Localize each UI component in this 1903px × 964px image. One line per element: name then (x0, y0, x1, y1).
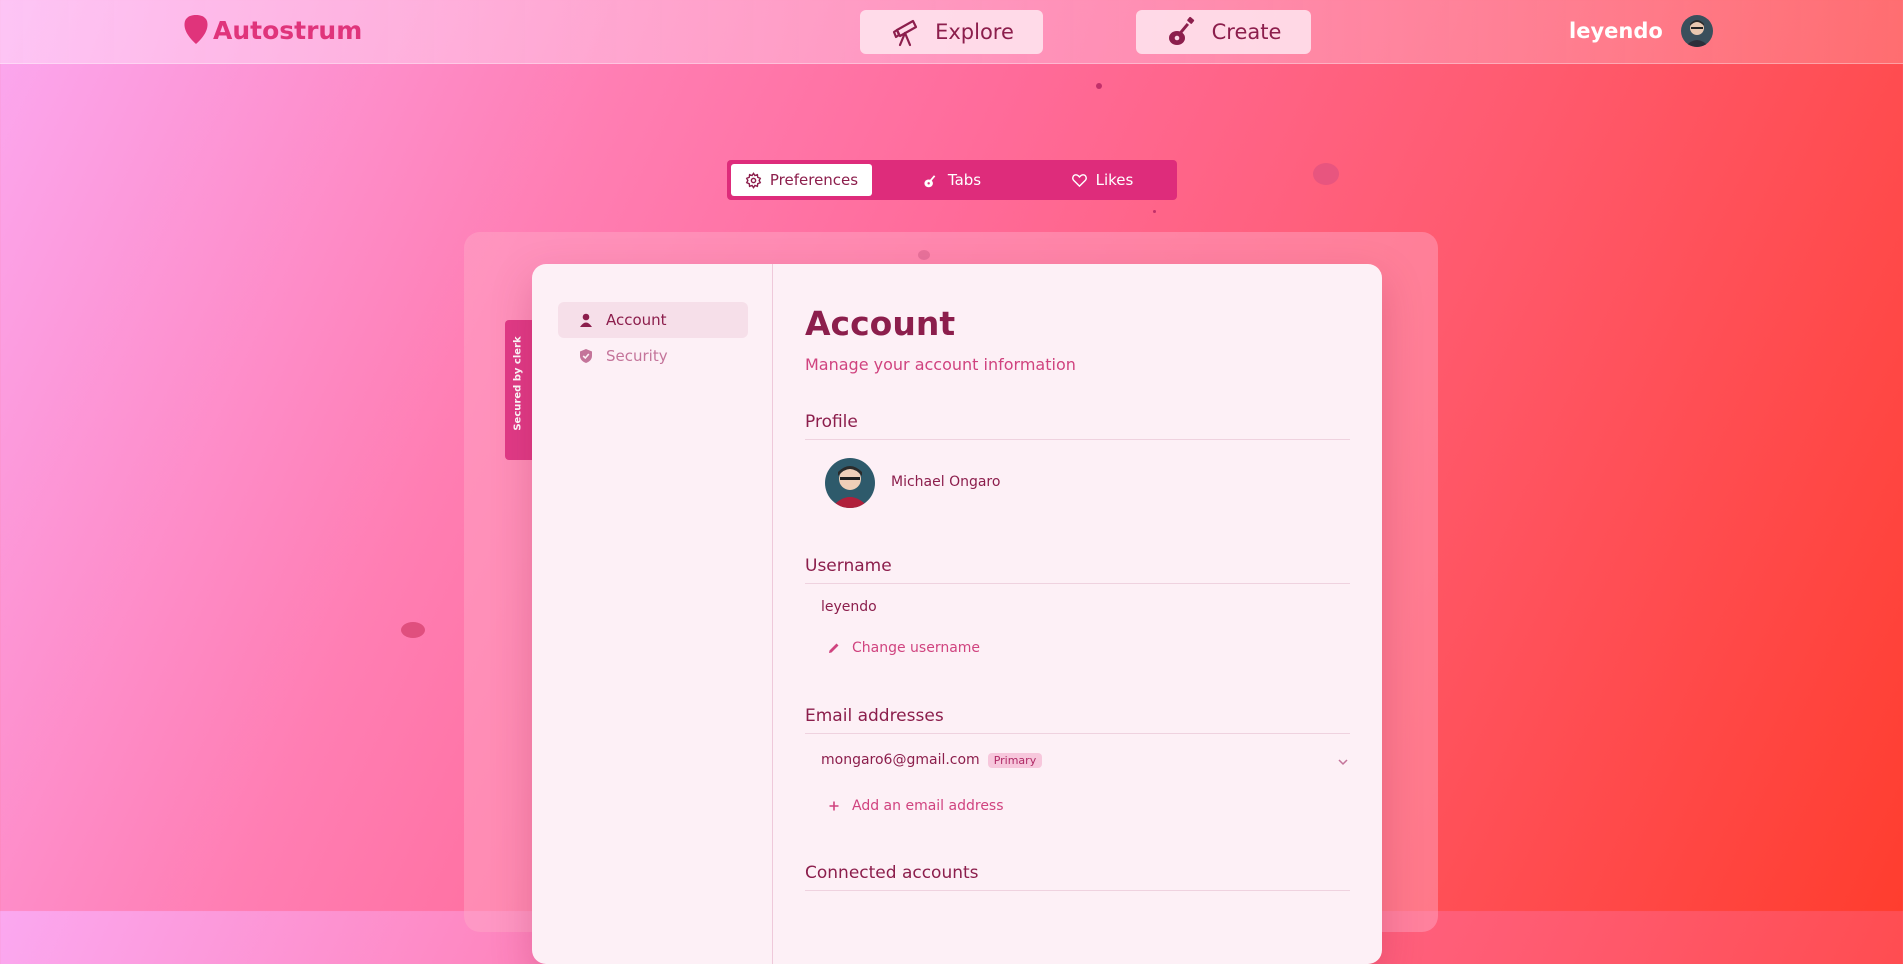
tab-tabs[interactable]: Tabs (882, 164, 1022, 196)
plus-icon (829, 801, 839, 811)
decorative-blob (401, 622, 425, 638)
explore-button[interactable]: Explore (860, 10, 1043, 54)
avatar[interactable] (1680, 15, 1713, 47)
explore-label: Explore (935, 20, 1014, 44)
telescope-icon (892, 19, 918, 47)
brand-logo[interactable]: Autostrum (183, 14, 362, 46)
tab-label: Preferences (769, 171, 859, 189)
add-email-label: Add an email address (852, 798, 1004, 814)
tab-likes[interactable]: Likes (1032, 164, 1172, 196)
user-profile-card: Account Security Account Manage your acc… (532, 264, 1382, 964)
user-icon (580, 313, 592, 327)
decorative-dot (1153, 210, 1156, 213)
profile-sidebar: Account Security (532, 264, 773, 964)
pencil-icon (829, 643, 839, 653)
sidebar-item-label: Security (606, 347, 668, 365)
gear-icon (745, 171, 762, 189)
guitar-icon (924, 174, 936, 187)
email-value: mongaro6@gmail.com (821, 752, 980, 768)
connected-accounts-heading: Connected accounts (805, 863, 1350, 891)
username-value: leyendo (821, 599, 877, 615)
username-heading: Username (805, 556, 1350, 584)
profile-name: Michael Ongaro (891, 474, 1001, 490)
top-navbar: Autostrum Explore Create leyendo (0, 0, 1903, 64)
tab-preferences[interactable]: Preferences (731, 164, 872, 196)
chevron-down-icon[interactable] (1337, 756, 1349, 768)
sidebar-item-account[interactable]: Account (558, 302, 748, 338)
brand-name: Autostrum (213, 15, 363, 45)
email-heading: Email addresses (805, 706, 1350, 734)
tab-label: Tabs (947, 171, 982, 189)
page-title: Account (805, 304, 956, 343)
username-label: leyendo (1569, 19, 1663, 43)
profile-avatar[interactable] (825, 458, 875, 508)
guitar-pick-icon (184, 15, 208, 44)
decorative-blob (1313, 163, 1339, 185)
decorative-dot (1096, 83, 1102, 89)
create-label: Create (1211, 20, 1282, 44)
create-button[interactable]: Create (1136, 10, 1311, 54)
secured-by-clerk-badge[interactable]: Secured by clerk (505, 320, 532, 460)
tab-label: Likes (1095, 171, 1134, 189)
page-subtitle: Manage your account information (805, 355, 1076, 374)
user-menu[interactable]: leyendo (1569, 15, 1713, 47)
guitar-icon (1168, 16, 1194, 45)
change-username-button[interactable]: Change username (828, 640, 980, 656)
heart-icon (1071, 173, 1087, 187)
email-row[interactable]: mongaro6@gmail.com Primary (821, 752, 1043, 768)
sidebar-item-security[interactable]: Security (558, 338, 748, 374)
shield-icon (580, 349, 592, 363)
change-username-label: Change username (852, 640, 981, 656)
primary-badge: Primary (987, 753, 1043, 768)
profile-heading: Profile (805, 412, 1350, 440)
decorative-blob (918, 250, 930, 260)
sidebar-item-label: Account (606, 311, 667, 329)
preferences-tab-bar: Preferences Tabs Likes (727, 160, 1177, 200)
add-email-button[interactable]: Add an email address (828, 798, 1004, 814)
secured-by-label: Secured by clerk (512, 336, 524, 431)
